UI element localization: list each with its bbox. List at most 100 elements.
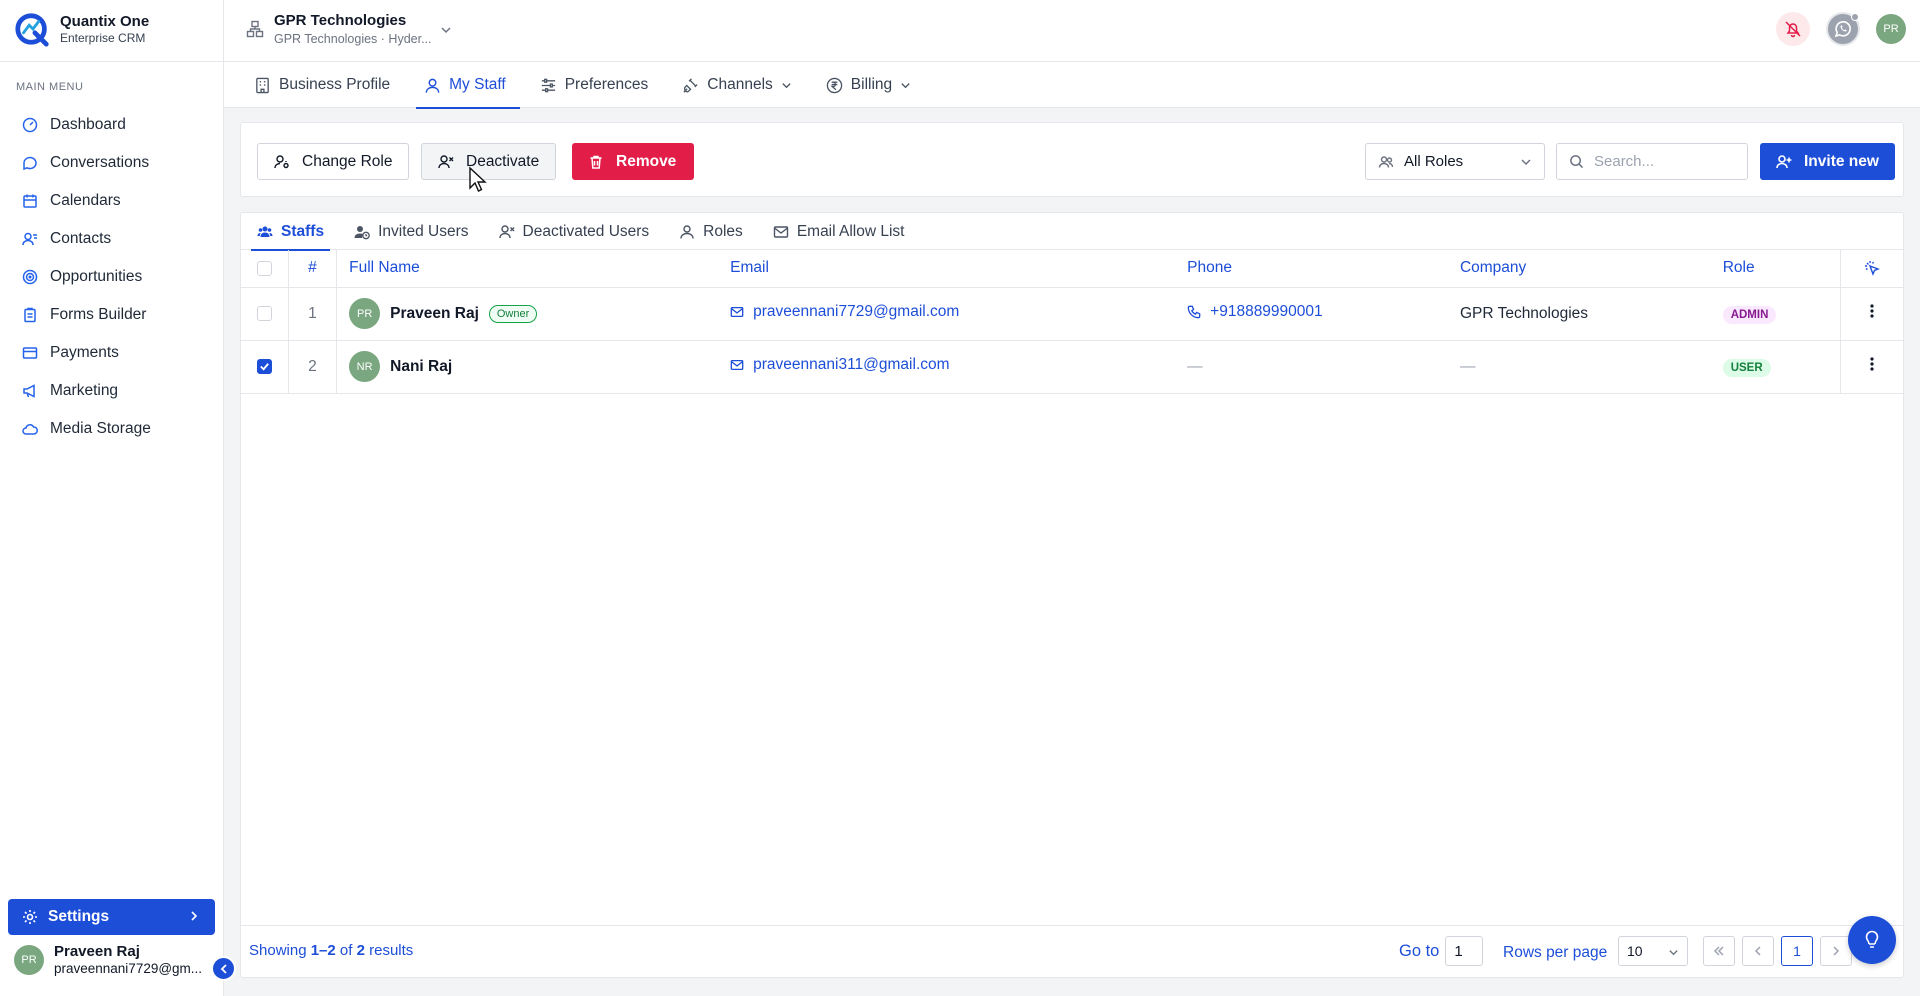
deactivate-button[interactable]: Deactivate <box>421 143 557 180</box>
row-checkbox-cell <box>241 287 289 341</box>
user-clock-icon <box>354 225 370 239</box>
current-user[interactable]: PR Praveen Raj praveennani7729@gm... <box>14 943 202 976</box>
header-email[interactable]: Email <box>718 250 1176 288</box>
change-role-button[interactable]: Change Role <box>257 143 410 180</box>
top-actions: PR <box>1776 12 1906 46</box>
sidebar-item-settings[interactable]: Settings <box>8 899 215 935</box>
sidebar-item-label: Calendars <box>50 192 121 209</box>
top-bar: GPR Technologies GPR Technologies · Hyde… <box>224 0 1920 62</box>
phone-text: +918889990001 <box>1210 303 1323 320</box>
sparkle-pointer-icon[interactable] <box>1864 260 1880 277</box>
org-tree-icon <box>246 20 264 38</box>
megaphone-icon <box>23 384 35 398</box>
tab-label: Staffs <box>281 222 325 240</box>
tab-invited-users[interactable]: Invited Users <box>348 213 474 250</box>
button-label: Invite new <box>1804 152 1879 170</box>
sidebar-item-contacts[interactable]: Contacts <box>0 220 224 258</box>
tab-billing[interactable]: Billing <box>818 62 925 108</box>
tab-staffs[interactable]: Staffs <box>251 213 331 251</box>
rows-per-page-select[interactable]: 10 <box>1618 936 1688 966</box>
help-button[interactable] <box>1848 916 1896 964</box>
whatsapp-button[interactable] <box>1826 12 1860 46</box>
button-label: Deactivate <box>466 152 540 170</box>
first-page-button[interactable] <box>1703 936 1735 966</box>
sidebar-item-calendars[interactable]: Calendars <box>0 182 224 220</box>
tab-my-staff[interactable]: My Staff <box>416 62 520 109</box>
sidebar-item-media-storage[interactable]: Media Storage <box>0 410 224 448</box>
email-link[interactable]: praveennani7729@gmail.com <box>730 303 959 321</box>
company-cell: — <box>1447 340 1711 394</box>
sidebar-item-payments[interactable]: Payments <box>0 334 224 372</box>
table-footer: Showing 1–2 of 2 results Go to Rows per … <box>241 925 1903 977</box>
mail-icon <box>773 225 789 238</box>
tab-label: Business Profile <box>279 76 391 93</box>
sidebar-item-conversations[interactable]: Conversations <box>0 144 224 182</box>
sidebar-item-marketing[interactable]: Marketing <box>0 372 224 410</box>
avatar[interactable]: PR <box>1876 14 1906 44</box>
tab-preferences[interactable]: Preferences <box>532 62 663 108</box>
org-name: GPR Technologies <box>274 12 407 29</box>
header-full-name[interactable]: Full Name <box>336 250 719 288</box>
card-icon <box>22 347 38 359</box>
row-checkbox[interactable] <box>256 306 272 321</box>
cloud-icon <box>22 424 38 435</box>
gauge-icon <box>22 117 38 133</box>
header-company[interactable]: Company <box>1447 250 1711 288</box>
summary-of: of <box>335 942 357 959</box>
sidebar-item-forms-builder[interactable]: Forms Builder <box>0 296 224 334</box>
role-cell: ADMIN <box>1710 287 1841 341</box>
search-box[interactable] <box>1556 143 1748 180</box>
email-cell: praveennani7729@gmail.com <box>718 287 1176 341</box>
tab-email-allow-list[interactable]: Email Allow List <box>767 213 911 250</box>
sidebar-item-label: Forms Builder <box>50 306 147 323</box>
summary-total: 2 <box>356 942 365 959</box>
name-cell: PR Praveen Raj Owner <box>336 287 719 341</box>
phone-link[interactable]: +918889990001 <box>1187 303 1323 321</box>
search-input[interactable] <box>1594 153 1734 170</box>
select-all-checkbox[interactable] <box>256 260 272 276</box>
sidebar-item-opportunities[interactable]: Opportunities <box>0 258 224 296</box>
org-switcher[interactable]: GPR Technologies GPR Technologies · Hyde… <box>246 12 431 46</box>
app-subtitle: Enterprise CRM <box>60 31 146 45</box>
table-row[interactable]: 1 PR Praveen Raj Owner praveennani7729@g… <box>241 287 1903 341</box>
app-logo[interactable]: Quantix One Enterprise CRM <box>14 10 149 48</box>
chat-icon <box>23 156 37 171</box>
goto-page-input[interactable] <box>1445 936 1484 966</box>
row-checkbox[interactable] <box>256 359 272 374</box>
staff-table-card: Staffs Invited Users Deactivated Users R… <box>240 212 1904 978</box>
tab-channels[interactable]: Channels <box>674 62 806 108</box>
more-actions-icon[interactable] <box>1870 357 1874 371</box>
quantix-logo-icon <box>15 13 49 47</box>
main-menu: Dashboard Conversations Calendars Contac… <box>0 106 224 448</box>
sidebar-item-dashboard[interactable]: Dashboard <box>0 106 224 144</box>
prev-page-button[interactable] <box>1742 936 1774 966</box>
bell-off-icon <box>1785 21 1801 38</box>
staff-table: # Full Name Email Phone Company Role 1 P… <box>241 250 1903 394</box>
notifications-button[interactable] <box>1776 12 1810 46</box>
summary-suffix: results <box>364 942 414 959</box>
row-checkbox-cell <box>241 340 289 394</box>
tab-roles[interactable]: Roles <box>673 213 749 250</box>
target-icon <box>22 269 38 285</box>
chevron-down-icon[interactable] <box>440 24 452 36</box>
email-link[interactable]: praveennani311@gmail.com <box>730 356 950 374</box>
header-phone[interactable]: Phone <box>1175 250 1448 288</box>
tab-deactivated-users[interactable]: Deactivated Users <box>493 213 656 250</box>
phone-cell: — <box>1175 340 1448 394</box>
header-num: # <box>288 250 338 288</box>
role-filter-select[interactable]: All Roles <box>1365 143 1545 180</box>
staff-name: Praveen Raj <box>390 304 479 322</box>
header-role[interactable]: Role <box>1710 250 1841 288</box>
sidebar-item-label: Opportunities <box>50 268 143 285</box>
more-actions-icon[interactable] <box>1870 304 1874 318</box>
remove-button[interactable]: Remove <box>572 143 694 180</box>
invite-new-button[interactable]: Invite new <box>1760 143 1895 180</box>
tab-label: Billing <box>850 76 893 93</box>
table-row[interactable]: 2 NR Nani Raj praveennani311@gmail.com —… <box>241 340 1903 394</box>
phone-icon <box>1187 305 1201 319</box>
rows-per-page-label: Rows per page <box>1503 944 1608 961</box>
collapse-sidebar-button[interactable] <box>211 956 236 981</box>
page-button[interactable]: 1 <box>1781 936 1813 966</box>
tab-business-profile[interactable]: Business Profile <box>246 62 404 108</box>
app-name: Quantix One <box>60 13 150 30</box>
